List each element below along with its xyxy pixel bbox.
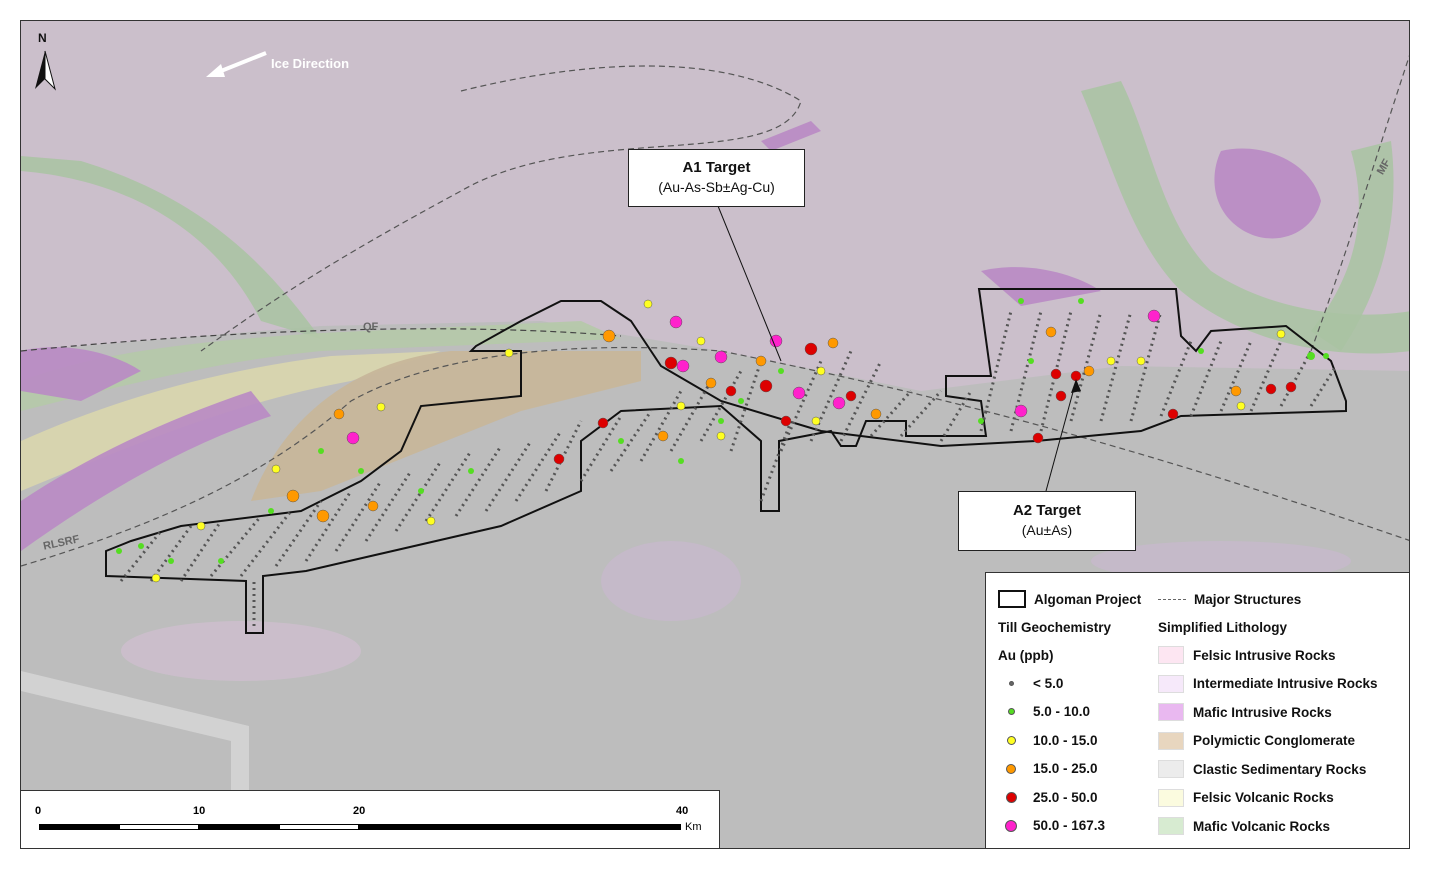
lithology-label: Clastic Sedimentary Rocks <box>1193 761 1367 777</box>
au-class-row: 5.0 - 10.0 <box>998 701 1090 723</box>
lithology-label: Mafic Intrusive Rocks <box>1193 704 1332 720</box>
au-class-dot-cell <box>998 680 1024 686</box>
au-class-dot-cell <box>998 763 1024 774</box>
au-class-row: 25.0 - 50.0 <box>998 786 1098 808</box>
structure-line-swatch <box>1158 598 1186 600</box>
legend-project-row: Algoman Project <box>998 588 1141 610</box>
au-ppb-title: Au (ppb) <box>998 647 1054 663</box>
a2-target-callout[interactable]: A2 Target (Au±As) <box>958 491 1136 551</box>
lithology-label: Mafic Volcanic Rocks <box>1193 818 1331 834</box>
project-outline-swatch <box>998 590 1026 608</box>
au-class-symbol <box>1006 763 1016 774</box>
scale-label-10: 10 <box>193 805 206 817</box>
scale-label-40: 40 <box>676 805 689 817</box>
felsic-intrusive-patch-2 <box>601 541 741 621</box>
au-class-row: 10.0 - 15.0 <box>998 729 1098 751</box>
au-class-symbol <box>1005 791 1017 803</box>
scale-label-20: 20 <box>353 805 366 817</box>
au-class-label: < 5.0 <box>1033 675 1064 691</box>
lithology-label: Felsic Volcanic Rocks <box>1193 790 1334 805</box>
structures-label: Major Structures <box>1194 591 1302 607</box>
au-class-label: 5.0 - 10.0 <box>1033 704 1091 719</box>
lithology-swatch <box>1158 788 1184 807</box>
till-geochem-title: Till Geochemistry <box>998 619 1112 635</box>
au-class-label: 25.0 - 50.0 <box>1033 789 1098 805</box>
au-class-dot-cell <box>998 735 1024 745</box>
lithology-label: Intermediate Intrusive Rocks <box>1193 676 1378 691</box>
a2-target-title: A2 Target <box>1012 502 1082 519</box>
project-label: Algoman Project <box>1034 591 1142 607</box>
lithology-row: Mafic Intrusive Rocks <box>1158 701 1332 723</box>
lithology-swatch <box>1158 760 1184 778</box>
a1-target-callout[interactable]: A1 Target (Au-As-Sb±Ag-Cu) <box>628 149 805 207</box>
felsic-intrusive-patch-1 <box>121 621 361 681</box>
scale-segment-2 <box>119 824 199 830</box>
a2-target-subtitle: (Au±As) <box>1021 522 1073 538</box>
lithology-row: Polymictic Conglomerate <box>1158 730 1355 752</box>
legend-structures-row: Major Structures <box>1158 588 1301 610</box>
au-class-label: 50.0 - 167.3 <box>1033 818 1106 833</box>
scale-segment-4 <box>279 824 359 830</box>
scale-segment-1 <box>39 824 119 830</box>
scale-segment-3 <box>199 824 279 830</box>
au-class-dot-cell <box>998 791 1024 803</box>
au-class-row: 50.0 - 167.3 <box>998 815 1105 837</box>
scale-segment-5 <box>359 824 681 830</box>
au-class-row: 15.0 - 25.0 <box>998 758 1098 780</box>
au-class-row: < 5.0 <box>998 672 1063 694</box>
lithology-row: Mafic Volcanic Rocks <box>1158 815 1330 837</box>
lithology-swatch <box>1158 646 1184 664</box>
au-class-symbol <box>1006 735 1016 745</box>
lithology-swatch <box>1158 817 1184 835</box>
lithology-label: Felsic Intrusive Rocks <box>1193 647 1336 663</box>
au-class-symbol <box>1005 819 1017 832</box>
lithology-row: Felsic Volcanic Rocks <box>1158 787 1334 809</box>
au-class-label: 15.0 - 25.0 <box>1033 761 1098 776</box>
lithology-row: Intermediate Intrusive Rocks <box>1158 673 1378 695</box>
north-label: N <box>38 31 47 45</box>
a1-target-subtitle: (Au-As-Sb±Ag-Cu) <box>658 179 775 195</box>
scale-bar: 0 10 20 40 Km <box>20 790 720 849</box>
au-class-dot-cell <box>998 819 1024 832</box>
au-class-dot-cell <box>998 708 1024 715</box>
lithology-row: Felsic Intrusive Rocks <box>1158 644 1336 666</box>
scale-unit: Km <box>685 821 702 833</box>
lithology-swatch <box>1158 703 1184 721</box>
a1-target-title: A1 Target <box>682 159 751 176</box>
lithology-swatch <box>1158 674 1184 693</box>
au-class-symbol <box>1007 708 1015 715</box>
lithology-swatch <box>1158 731 1184 750</box>
lithology-label: Polymictic Conglomerate <box>1193 733 1356 748</box>
qf-label: QF <box>363 321 379 333</box>
map-legend: Algoman Project Major Structures Till Ge… <box>985 572 1410 849</box>
lithology-title: Simplified Lithology <box>1158 619 1287 635</box>
ice-direction-label: Ice Direction <box>271 56 350 71</box>
au-class-symbol <box>1008 680 1014 686</box>
scale-label-0: 0 <box>35 805 42 817</box>
au-class-label: 10.0 - 15.0 <box>1033 732 1098 748</box>
lithology-row: Clastic Sedimentary Rocks <box>1158 758 1366 780</box>
